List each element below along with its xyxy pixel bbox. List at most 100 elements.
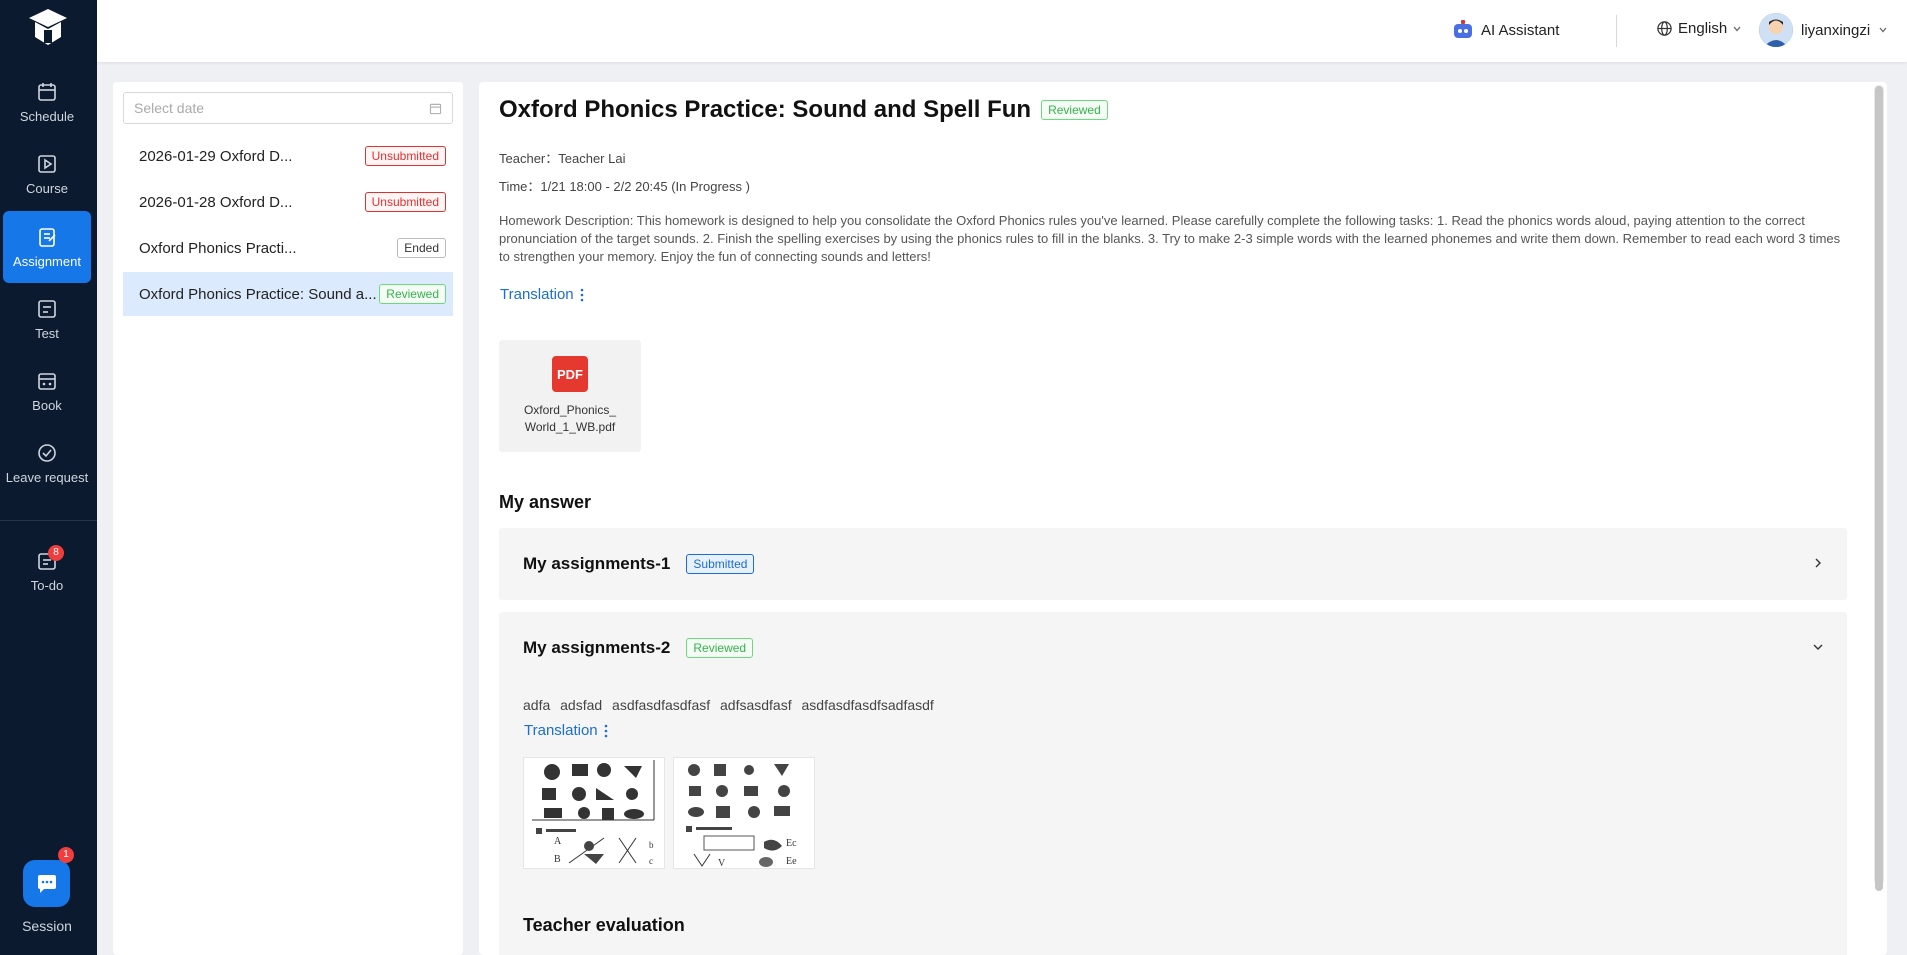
session-badge: 1: [58, 847, 74, 863]
sidebar-item-label: Assignment: [13, 253, 81, 269]
calendar-icon: [38, 82, 56, 101]
language-label: English: [1678, 20, 1728, 37]
date-placeholder: Select date: [134, 100, 205, 116]
language-selector[interactable]: English: [1656, 20, 1742, 37]
assignment-list-panel: Select date 2026-01-29 Oxford D... Unsub…: [113, 82, 463, 955]
svg-text:V: V: [718, 858, 726, 869]
sidebar-item-todo[interactable]: To-do: [3, 538, 91, 604]
my-answer-heading: My answer: [499, 492, 592, 512]
time-label: Time：: [499, 179, 541, 194]
svg-text:B: B: [554, 854, 561, 865]
assignment-accordion-2[interactable]: My assignments-2 Reviewed adfa adsfad as…: [499, 612, 1847, 955]
leave-icon: [38, 443, 56, 462]
answer-text: adfa adsfad asdfasdfasdfasf adfsasdfasf …: [523, 697, 934, 713]
answer-image-thumbnail[interactable]: Ec Ee V: [673, 757, 815, 869]
accordion-header[interactable]: My assignments-1 Submitted: [499, 528, 1847, 600]
header-divider: [1616, 15, 1617, 47]
status-badge: Unsubmitted: [364, 192, 446, 212]
pdf-icon: PDF: [552, 356, 588, 392]
date-picker-input[interactable]: Select date: [123, 92, 453, 124]
chat-icon: [37, 874, 56, 893]
homework-description: Homework Description: This homework is d…: [499, 213, 1841, 264]
ai-assistant-button[interactable]: AI Assistant: [1451, 18, 1559, 42]
pdf-attachment[interactable]: PDF Oxford_Phonics_ World_1_WB.pdf: [499, 340, 641, 452]
status-badge: Unsubmitted: [364, 146, 446, 166]
list-item-title: 2026-01-28 Oxford D...: [139, 193, 293, 211]
sidebar-item-assignment[interactable]: Assignment: [3, 211, 91, 283]
app-logo[interactable]: [27, 7, 69, 47]
globe-icon: [1657, 21, 1672, 36]
teacher-name: Teacher Lai: [558, 151, 626, 166]
assignment-icon: [39, 227, 56, 247]
sidebar-item-course[interactable]: Course: [3, 138, 91, 210]
sidebar-item-leave-request[interactable]: Leave request: [3, 427, 91, 499]
avatar: [1759, 13, 1793, 47]
svg-text:A: A: [554, 836, 562, 847]
status-badge: Reviewed: [686, 638, 754, 658]
user-menu[interactable]: liyanxingzi: [1759, 13, 1888, 47]
teacher-label: Teacher：: [499, 151, 559, 166]
username: liyanxingzi: [1801, 21, 1871, 39]
chevron-down-icon: [1879, 27, 1887, 33]
chevron-down-icon: [1733, 26, 1741, 31]
sidebar-divider: [0, 520, 97, 521]
robot-icon: [1454, 20, 1472, 38]
list-item-title: Oxford Phonics Practice: Sound a...: [139, 285, 377, 303]
chevron-down-icon: [1813, 644, 1823, 650]
time-row: Time：1/21 18:00 - 2/2 20:45 (In Progress…: [499, 176, 750, 195]
attachment-name: Oxford_Phonics_ World_1_WB.pdf: [523, 403, 617, 434]
sidebar-item-label: To-do: [30, 577, 64, 593]
assignment-title: My assignments-1: [523, 554, 671, 573]
assignment-title: My assignments-2: [523, 638, 671, 657]
more-vertical-icon: [580, 288, 583, 301]
sidebar-item-schedule[interactable]: Schedule: [3, 66, 91, 138]
teacher-evaluation-heading: Teacher evaluation: [523, 915, 685, 935]
status-badge: Ended: [397, 238, 446, 258]
ai-assistant-label: AI Assistant: [1481, 21, 1560, 39]
svg-text:Ec: Ec: [786, 838, 797, 849]
translation-link[interactable]: Translation: [524, 722, 608, 739]
time-value: 1/21 18:00 - 2/2 20:45 (In Progress ): [540, 179, 750, 194]
status-badge: Reviewed: [379, 284, 446, 304]
accordion-header[interactable]: My assignments-2 Reviewed: [499, 612, 1847, 684]
list-item-title: 2026-01-29 Oxford D...: [139, 147, 293, 165]
status-badge: Reviewed: [1041, 100, 1108, 120]
sidebar-item-label: Course: [26, 180, 68, 196]
top-header: AI Assistant English liyanxingzi: [97, 0, 1907, 62]
list-item[interactable]: 2026-01-28 Oxford D... Unsubmitted: [123, 180, 453, 224]
list-item[interactable]: 2026-01-29 Oxford D... Unsubmitted: [123, 134, 453, 178]
sidebar-item-label: Book: [32, 397, 62, 413]
translation-label: Translation: [524, 722, 598, 739]
list-item[interactable]: Oxford Phonics Practice: Sound a... Revi…: [123, 272, 453, 316]
video-icon: [38, 154, 56, 173]
teacher-row: Teacher：Teacher Lai: [499, 148, 625, 167]
sidebar-item-test[interactable]: Test: [3, 283, 91, 355]
translation-label: Translation: [500, 286, 574, 303]
list-item[interactable]: Oxford Phonics Practi... Ended: [123, 226, 453, 270]
calendar-icon: [429, 103, 442, 114]
test-icon: [38, 299, 56, 318]
answer-images: A B b c Ec Ee V: [523, 757, 815, 869]
more-vertical-icon: [604, 724, 607, 737]
book-icon: [38, 372, 56, 390]
sidebar: Schedule Course Assignment Test Book Lea…: [0, 0, 97, 955]
page-title: Oxford Phonics Practice: Sound and Spell…: [499, 96, 1032, 123]
sidebar-item-label: Schedule: [19, 108, 75, 124]
svg-text:c: c: [649, 856, 653, 866]
session-button[interactable]: [23, 860, 70, 907]
list-item-title: Oxford Phonics Practi...: [139, 239, 297, 257]
assignment-accordion-1[interactable]: My assignments-1 Submitted: [499, 528, 1847, 600]
sidebar-item-label: Leave request: [5, 469, 89, 485]
title-row: Oxford Phonics Practice: Sound and Spell…: [499, 96, 1108, 124]
svg-text:b: b: [649, 840, 654, 850]
session-label: Session: [22, 918, 72, 934]
sidebar-item-label: Test: [35, 325, 59, 341]
todo-badge: 8: [48, 545, 64, 561]
sidebar-item-book[interactable]: Book: [3, 355, 91, 427]
scrollbar-thumb[interactable]: [1875, 86, 1883, 891]
svg-text:Ee: Ee: [786, 856, 797, 867]
answer-image-thumbnail[interactable]: A B b c: [523, 757, 665, 869]
translation-link[interactable]: Translation: [500, 286, 584, 303]
chevron-right-icon: [1815, 558, 1821, 568]
status-badge: Submitted: [686, 554, 755, 574]
